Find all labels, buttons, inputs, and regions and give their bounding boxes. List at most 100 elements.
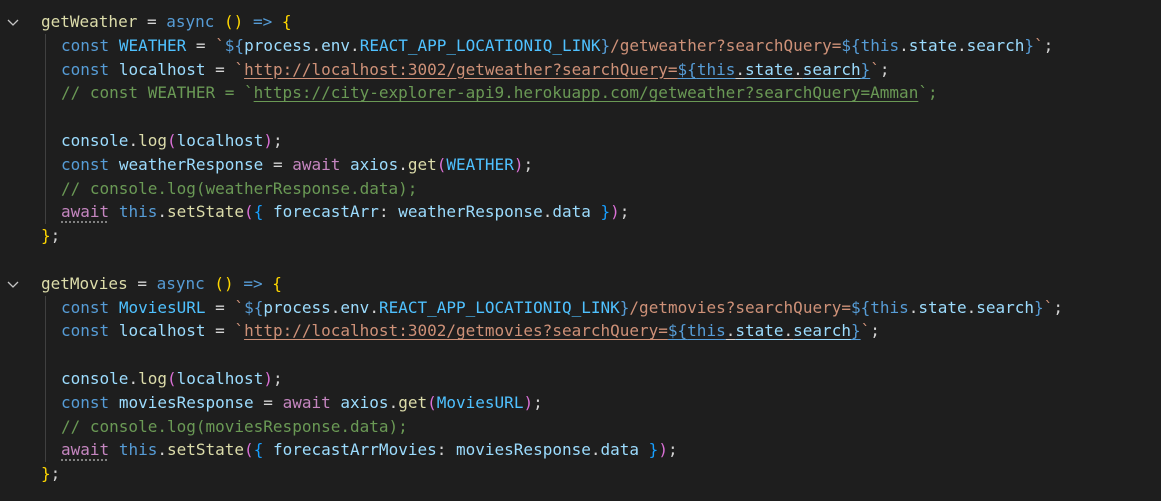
chevron-down-icon[interactable]: [6, 277, 20, 291]
code-token: console: [61, 130, 129, 150]
code-token: localhost: [176, 368, 264, 388]
code-token: .: [128, 368, 139, 388]
code-token: ${: [244, 297, 264, 317]
code-token: ): [263, 130, 273, 150]
code-token: this: [696, 59, 736, 79]
code-token: ${: [841, 35, 861, 55]
code-token: this: [870, 297, 909, 317]
code-token: =: [186, 35, 216, 55]
code-line[interactable]: // console.log(moviesResponse.data);: [41, 415, 1161, 439]
code-token: localhost: [176, 130, 264, 150]
code-token: setState: [166, 202, 245, 222]
code-line[interactable]: };: [41, 224, 1161, 248]
code-line[interactable]: // console.log(weatherResponse.data);: [41, 177, 1161, 201]
code-line[interactable]: console.log(localhost);: [41, 129, 1161, 153]
code-token: :: [378, 202, 399, 222]
editor-gutter: [0, 0, 30, 501]
code-token: .: [590, 440, 601, 460]
code-token: search: [802, 59, 861, 79]
code-token: ;: [870, 321, 880, 341]
code-line[interactable]: getWeather = async () => {: [41, 10, 1161, 34]
code-token: .: [793, 59, 803, 79]
code-token: :: [436, 440, 456, 460]
code-token: const: [61, 35, 110, 55]
code-token: {: [253, 202, 264, 222]
code-token: .: [783, 321, 794, 341]
code-line[interactable]: // const WEATHER = `https://city-explore…: [41, 81, 1161, 105]
code-line[interactable]: [41, 343, 1161, 367]
code-line[interactable]: await this.setState({ forecastArrMovies:…: [41, 438, 1161, 462]
code-token: (: [427, 392, 437, 412]
code-token: .: [388, 392, 399, 412]
code-token: // console.log(moviesResponse.data);: [61, 416, 408, 436]
code-token: await: [292, 154, 341, 174]
code-line[interactable]: await this.setState({ forecastArr: weath…: [41, 200, 1161, 224]
code-token: }: [619, 297, 630, 317]
code-token: (: [166, 368, 177, 388]
code-editor[interactable]: getWeather = async () => {const WEATHER …: [0, 0, 1161, 501]
code-line[interactable]: const WEATHER = `${process.env.REACT_APP…: [41, 34, 1161, 58]
code-token: WEATHER: [446, 154, 514, 174]
code-token: }: [648, 440, 659, 460]
code-token: `: [234, 59, 245, 79]
code-token: `;: [918, 83, 938, 103]
code-line[interactable]: const MoviesURL = `${process.env.REACT_A…: [41, 296, 1161, 320]
code-token: .: [966, 297, 977, 317]
chevron-down-icon[interactable]: [6, 15, 20, 29]
code-line[interactable]: };: [41, 462, 1161, 486]
code-line[interactable]: const weatherResponse = await axios.get(…: [41, 153, 1161, 177]
code-token: this: [118, 202, 158, 222]
code-token: axios: [350, 154, 399, 174]
code-token: const: [61, 59, 110, 79]
code-token: forecastArr: [272, 202, 379, 222]
code-token: .: [157, 440, 167, 460]
code-line[interactable]: [41, 248, 1161, 272]
code-token: `: [1043, 297, 1054, 317]
code-token: (: [244, 440, 254, 460]
code-token: =: [205, 297, 235, 317]
code-token: {: [272, 273, 282, 293]
code-token: ): [263, 368, 273, 388]
code-token: ${: [224, 35, 245, 55]
code-token: =: [253, 392, 283, 412]
code-token: =: [205, 59, 235, 79]
code-token: (: [436, 154, 447, 174]
code-line[interactable]: const localhost = `http://localhost:3002…: [41, 58, 1161, 82]
code-line[interactable]: getMovies = async () => {: [41, 272, 1161, 296]
code-line[interactable]: [41, 105, 1161, 129]
code-area[interactable]: getWeather = async () => {const WEATHER …: [41, 10, 1161, 486]
code-token: state: [918, 297, 967, 317]
code-token: console: [61, 368, 129, 388]
code-token: .: [157, 202, 167, 222]
code-token: const: [61, 321, 110, 341]
code-line[interactable]: const moviesResponse = await axios.get(M…: [41, 391, 1161, 415]
code-token: process: [263, 297, 331, 317]
code-token: env: [321, 35, 351, 55]
code-token: axios: [340, 392, 389, 412]
code-token: ;: [879, 59, 890, 79]
code-token: const: [61, 154, 110, 174]
code-token: ;: [50, 464, 61, 484]
code-line[interactable]: const localhost = `http://localhost:3002…: [41, 319, 1161, 343]
code-token: }: [1034, 297, 1044, 317]
code-token: (): [224, 12, 244, 31]
code-token: .: [311, 35, 322, 55]
code-token: await: [282, 392, 331, 412]
code-token: .: [735, 59, 745, 79]
code-token: ): [523, 392, 534, 412]
code-line[interactable]: console.log(localhost);: [41, 367, 1161, 391]
code-token: data: [600, 440, 640, 460]
code-token: ${: [667, 321, 688, 341]
